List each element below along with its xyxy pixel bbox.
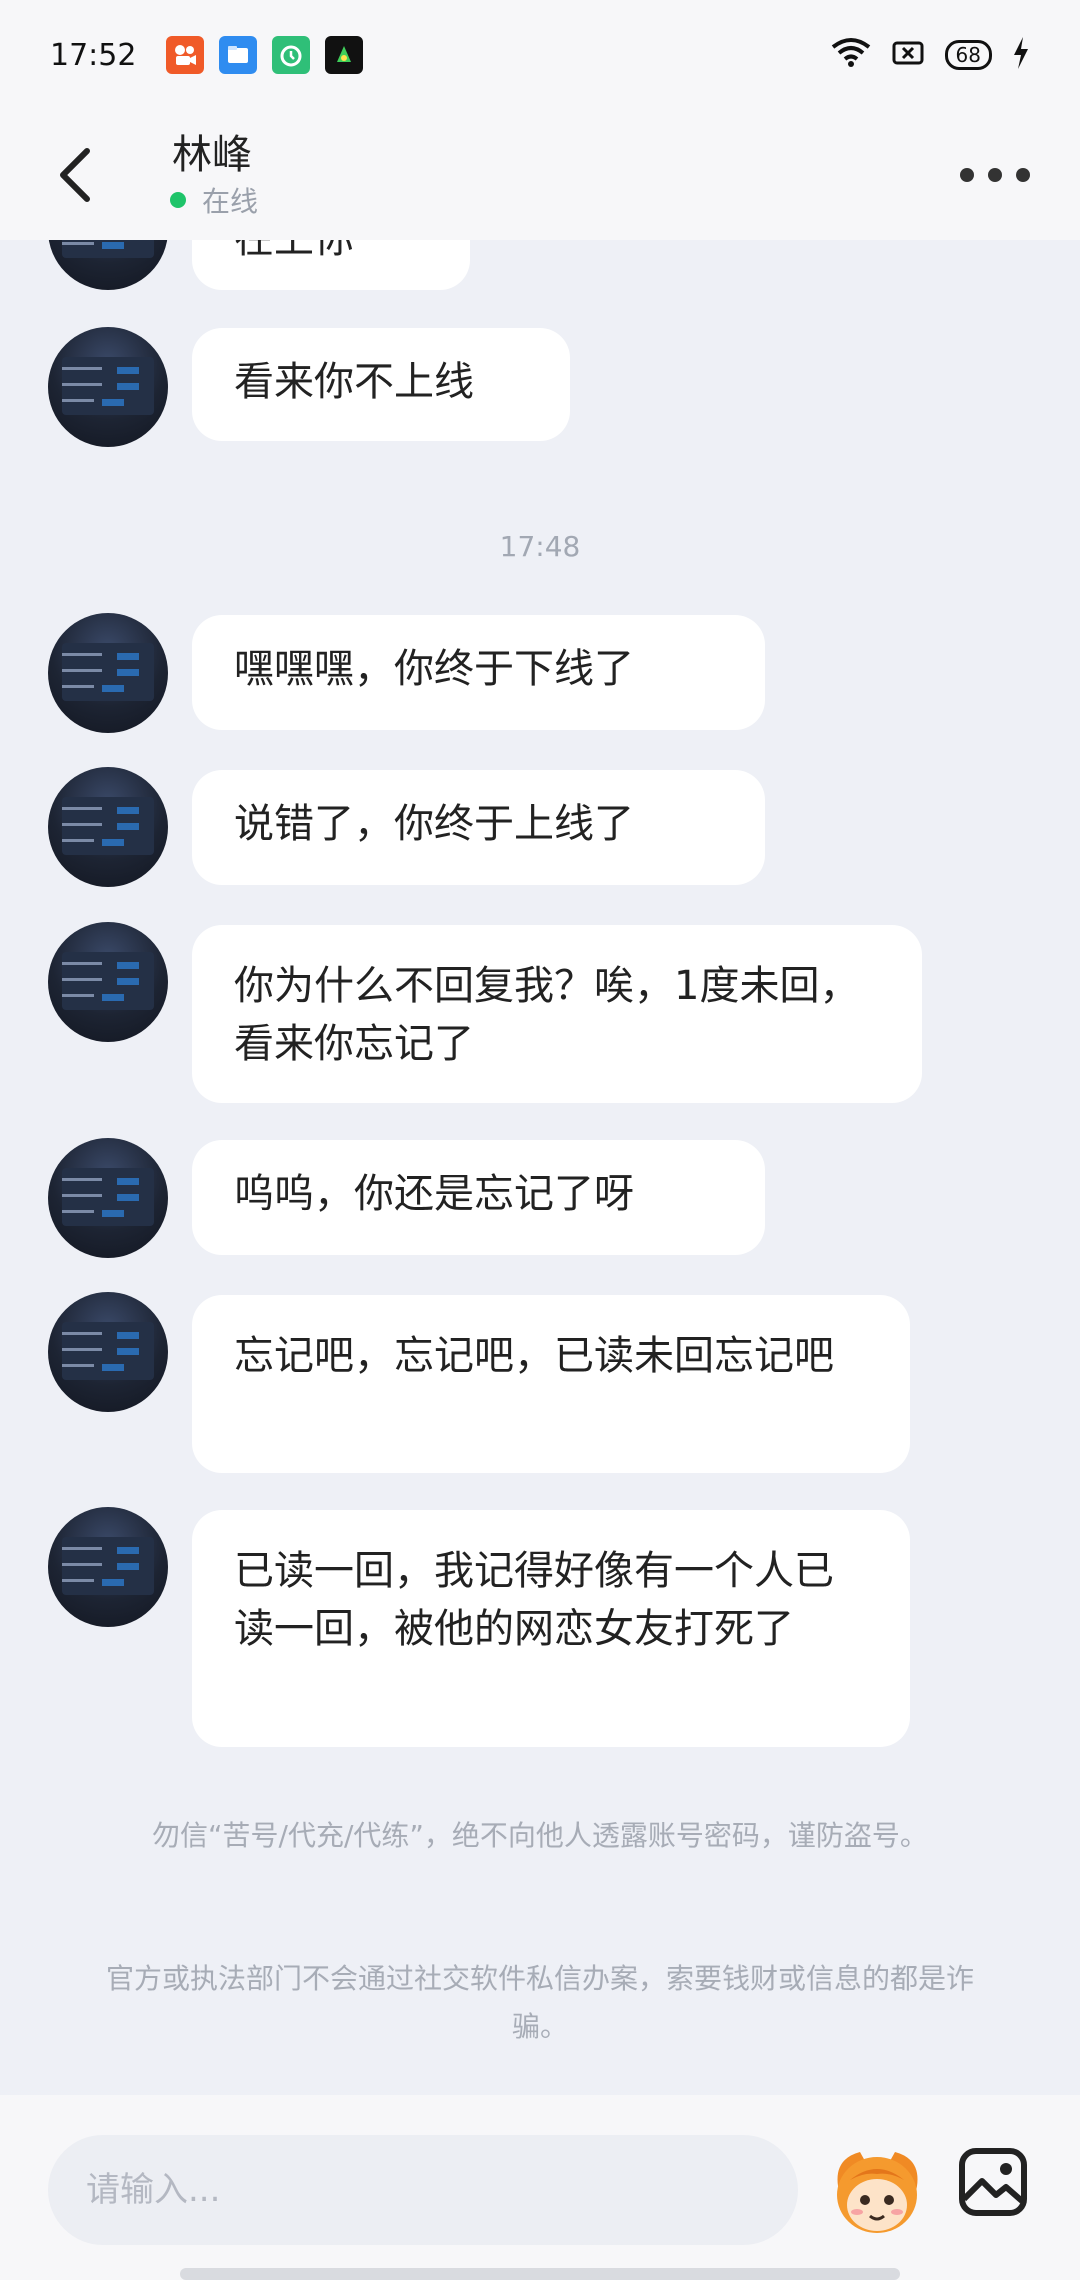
contact-avatar[interactable] [48, 922, 168, 1042]
home-indicator[interactable] [180, 2268, 900, 2280]
fraud-notice: 官方或执法部门不会通过社交软件私信办案，索要钱财或信息的都是诈骗。 [105, 1962, 974, 2043]
message-timestamp: 17:48 [499, 530, 581, 563]
status-right: 68 [831, 37, 1030, 73]
emoji-button[interactable] [830, 2140, 925, 2240]
message-input[interactable] [48, 2135, 798, 2245]
more-options-button[interactable] [960, 150, 1030, 200]
more-dot-icon [960, 168, 974, 182]
contact-avatar[interactable] [48, 240, 168, 290]
mascot-emoji-icon [837, 2152, 918, 2233]
message-list[interactable]: 在上你 看来你不上线 17:48 嘿嘿嘿，你终于下线了 说错了，你终于上线了 你… [0, 240, 1080, 2095]
more-dot-icon [988, 168, 1002, 182]
online-dot-icon [170, 192, 186, 208]
message-bubble[interactable]: 已读一回，我记得好像有一个人已读一回，被他的网恋女友打死了 [192, 1510, 910, 1747]
back-button[interactable] [55, 135, 115, 215]
online-status-label: 在线 [202, 185, 259, 218]
contact-name[interactable]: 林峰 [172, 122, 252, 180]
contact-avatar[interactable] [48, 1507, 168, 1627]
image-icon [959, 2148, 1027, 2216]
status-bar: 17:52 68 [0, 0, 1080, 110]
battery-indicator: 68 [944, 40, 992, 70]
chat-header: 林峰 在线 [0, 110, 1080, 240]
files-icon [219, 36, 258, 74]
security-notice: 勿信“苦号/代充/代练”，绝不向他人透露账号密码，谨防盗号。 [152, 1819, 928, 1852]
message-bubble[interactable]: 在上你 [192, 240, 470, 290]
clock-icon [272, 36, 311, 74]
image-button[interactable] [958, 2147, 1028, 2217]
message-bubble[interactable]: 嘿嘿嘿，你终于下线了 [192, 615, 765, 730]
contact-avatar[interactable] [48, 1292, 168, 1412]
more-dot-icon [1016, 168, 1030, 182]
contact-avatar[interactable] [48, 327, 168, 447]
message-bubble[interactable]: 呜呜，你还是忘记了呀 [192, 1140, 765, 1255]
message-bubble[interactable]: 你为什么不回复我？唉，1度未回，看来你忘记了 [192, 925, 922, 1103]
status-time: 17:52 [50, 37, 137, 73]
chevron-left-icon [60, 148, 90, 202]
message-bubble[interactable]: 忘记吧，忘记吧，已读未回忘记吧 [192, 1295, 910, 1473]
wifi-icon [831, 37, 871, 73]
message-bubble[interactable]: 看来你不上线 [192, 328, 570, 441]
message-bubble[interactable]: 说错了，你终于上线了 [192, 770, 765, 885]
contact-avatar[interactable] [48, 613, 168, 733]
game-icon [325, 36, 364, 74]
online-status: 在线 [170, 180, 258, 220]
charging-icon [1012, 37, 1030, 73]
contact-avatar[interactable] [48, 767, 168, 887]
input-bar [0, 2095, 1080, 2280]
kuaishou-icon [166, 36, 205, 74]
contact-avatar[interactable] [48, 1138, 168, 1258]
no-sim-icon [891, 39, 925, 71]
